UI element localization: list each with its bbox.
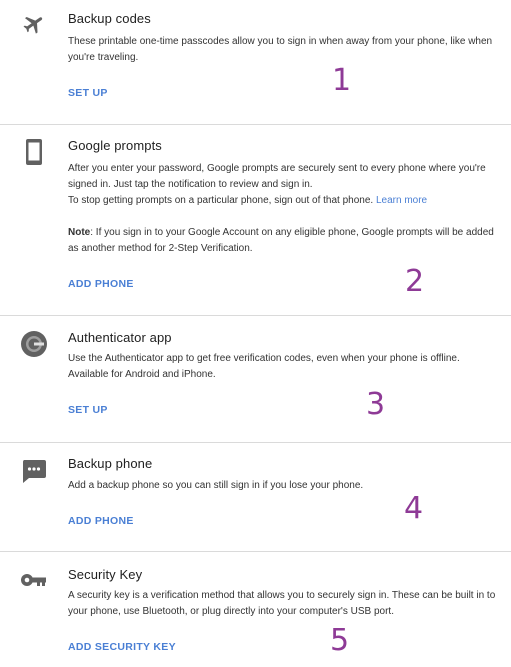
backup-codes-section: Backup codes These printable one-time pa… [0,0,511,125]
key-icon [20,566,48,594]
security-key-section: Security Key A security key is a verific… [0,552,511,667]
note-text: Note: If you sign in to your Google Acco… [68,225,498,257]
authenticator-app-section: Authenticator app Use the Authenticator … [0,316,511,443]
step-number: 2 [405,264,425,299]
section-description: After you enter your password, Google pr… [68,161,498,257]
description-line: To stop getting prompts on a particular … [68,193,498,209]
section-title: Authenticator app [68,330,172,345]
description-text: To stop getting prompts on a particular … [68,195,374,206]
message-icon [20,457,48,485]
set-up-authenticator-button[interactable]: SET UP [68,404,108,416]
section-title: Google prompts [68,138,162,153]
phone-icon [20,138,48,166]
note-label: Note [68,227,91,238]
airplane-icon [20,10,48,38]
step-number: 3 [366,387,386,422]
section-title: Backup phone [68,456,153,471]
set-up-backup-codes-button[interactable]: SET UP [68,87,108,99]
add-security-key-button[interactable]: ADD SECURITY KEY [68,641,176,653]
section-description: Add a backup phone so you can still sign… [68,480,364,491]
authenticator-icon [20,330,48,358]
add-phone-button[interactable]: ADD PHONE [68,278,134,290]
step-number: 5 [330,623,350,658]
section-title: Security Key [68,567,143,582]
backup-phone-section: Backup phone Add a backup phone so you c… [0,443,511,552]
learn-more-link[interactable]: Learn more [376,195,427,206]
add-backup-phone-button[interactable]: ADD PHONE [68,515,134,527]
description-line: After you enter your password, Google pr… [68,163,486,190]
note-body: : If you sign in to your Google Account … [68,227,494,254]
section-description: These printable one-time passcodes allow… [68,36,493,63]
section-title: Backup codes [68,11,151,26]
step-number: 1 [332,63,352,98]
section-description: A security key is a verification method … [68,590,496,617]
step-number: 4 [404,491,424,526]
google-prompts-section: Google prompts After you enter your pass… [0,125,511,316]
section-description: Use the Authenticator app to get free ve… [68,353,460,380]
